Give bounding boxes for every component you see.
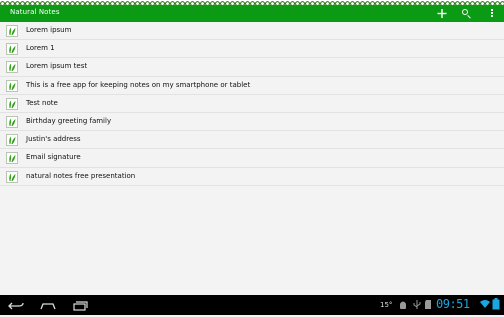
overflow-menu-button[interactable]: [484, 5, 500, 22]
leaf-note-icon: [6, 152, 18, 165]
app-title: Natural Notes: [10, 8, 60, 16]
leaf-note-icon: [6, 79, 18, 92]
leaf-note-icon: [6, 170, 18, 183]
plus-icon: [437, 9, 447, 18]
note-list-item[interactable]: This is a free app for keeping notes on …: [0, 77, 504, 95]
leaf-note-icon: [6, 43, 18, 56]
note-title: Lorem ipsum test: [26, 62, 88, 71]
note-list-item[interactable]: Justin's address: [0, 131, 504, 150]
leaf-note-icon: [6, 61, 18, 74]
note-title: Email signature: [26, 153, 81, 162]
note-list-item[interactable]: Lorem 1: [0, 40, 504, 59]
overflow-menu-icon: [491, 9, 493, 18]
wifi-icon: [480, 300, 490, 308]
note-title: Justin's address: [26, 135, 81, 144]
note-list-item[interactable]: Lorem ipsum test: [0, 58, 504, 77]
android-debug-icon: [400, 301, 406, 309]
leaf-note-icon: [6, 25, 18, 37]
note-title: Lorem ipsum: [26, 26, 72, 34]
home-icon: [40, 303, 56, 310]
search-button[interactable]: [458, 5, 474, 22]
note-list-item[interactable]: Lorem ipsum: [0, 22, 504, 41]
leaf-note-icon: [6, 115, 18, 128]
note-list-item[interactable]: natural notes free presentation: [0, 168, 504, 186]
search-icon: [462, 9, 468, 15]
leaf-note-icon: [6, 97, 18, 110]
recent-apps-icon: [73, 301, 88, 311]
back-button[interactable]: [6, 298, 26, 312]
note-list-item[interactable]: Email signature: [0, 149, 504, 168]
weather-temperature: 15°: [380, 301, 393, 309]
system-navigation-bar: 15° 09:51: [0, 295, 504, 315]
sd-card-icon: [425, 300, 431, 309]
home-button[interactable]: [38, 298, 58, 312]
action-bar: Natural Notes: [0, 5, 504, 22]
leaf-note-icon: [6, 134, 18, 147]
usb-icon: [413, 300, 421, 309]
status-clock: 09:51: [436, 297, 470, 311]
note-list-item[interactable]: Test note: [0, 95, 504, 113]
note-title: Lorem 1: [26, 44, 55, 53]
note-title: natural notes free presentation: [26, 171, 136, 180]
note-title: Birthday greeting family: [26, 116, 112, 125]
notes-list: Lorem ipsum Lorem 1 Lorem ipsum test This i…: [0, 22, 504, 186]
recent-apps-button[interactable]: [70, 298, 90, 312]
note-title: Test note: [26, 98, 58, 107]
battery-icon: [492, 298, 500, 310]
note-list-item[interactable]: Birthday greeting family: [0, 113, 504, 132]
add-note-button[interactable]: [434, 5, 450, 22]
note-title: This is a free app for keeping notes on …: [26, 80, 251, 89]
back-icon: [8, 302, 24, 310]
